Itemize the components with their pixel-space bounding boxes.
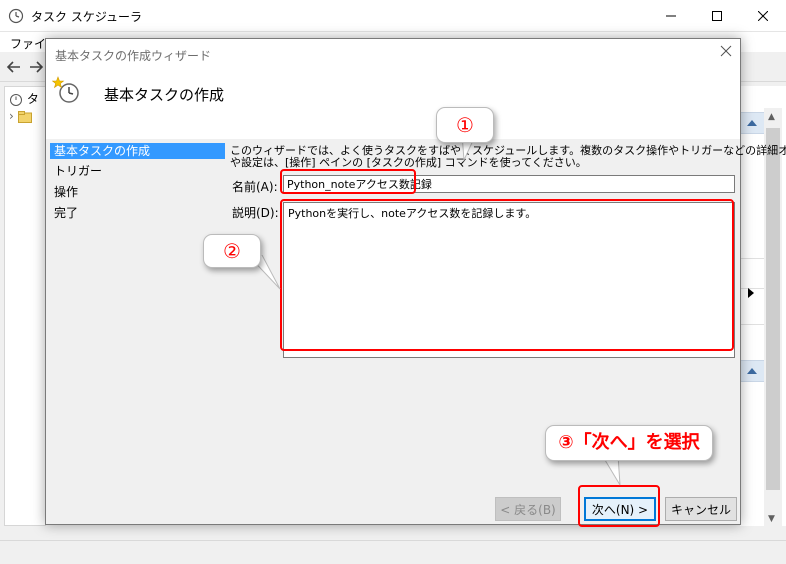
expand-chevron-icon[interactable]: › <box>9 109 14 123</box>
name-label: 名前(A): <box>232 180 278 194</box>
step-trigger: トリガー <box>54 164 103 178</box>
minimize-button[interactable] <box>648 0 694 32</box>
dialog-title: 基本タスクの作成ウィザード <box>55 49 212 63</box>
tree-child-item[interactable]: › <box>9 109 32 123</box>
callout-1-text: ① <box>456 113 474 137</box>
scrollbar-thumb[interactable] <box>766 128 780 490</box>
divider <box>740 324 764 325</box>
dialog-header-title: 基本タスクの作成 <box>104 86 225 104</box>
task-scheduler-icon <box>8 8 24 24</box>
tree-root-label: タ <box>26 92 39 106</box>
vertical-scrollbar[interactable]: ▲ ▼ <box>764 108 782 528</box>
dialog-close-button[interactable] <box>718 45 734 61</box>
clock-icon <box>10 93 22 106</box>
main-window-title: タスク スケジューラ <box>31 10 142 24</box>
close-icon <box>758 11 768 21</box>
close-button[interactable] <box>740 0 786 32</box>
callout-3-text: ③「次へ」を選択 <box>558 432 700 453</box>
back-button[interactable]: < 戻る(B) <box>495 497 561 521</box>
callout-2-text: ② <box>223 239 241 263</box>
folder-icon <box>17 110 32 123</box>
wizard-steps: 基本タスクの作成 トリガー 操作 完了 <box>50 143 225 225</box>
collapse-triangle-icon <box>747 120 757 126</box>
callout-1: ① <box>436 107 494 143</box>
tree-root-item[interactable]: タ <box>9 90 39 107</box>
submenu-arrow-icon[interactable] <box>748 288 754 298</box>
callout-3: ③「次へ」を選択 <box>545 425 713 461</box>
name-field-highlight <box>280 169 416 194</box>
step-finish: 完了 <box>54 206 79 220</box>
description-field-highlight <box>280 199 734 351</box>
dialog-title-bar: 基本タスクの作成ウィザード <box>46 39 740 69</box>
callout-2: ② <box>203 234 261 268</box>
next-button-highlight <box>578 485 660 527</box>
minimize-icon <box>666 15 676 17</box>
dialog-header: 基本タスクの作成 <box>46 69 740 139</box>
step-action: 操作 <box>54 185 79 199</box>
step-create-basic-task: 基本タスクの作成 <box>50 143 225 159</box>
screen: タスク スケジューラ ファイル(F) タ › ▲ ▼ 基本タスクの作成ウィザード… <box>0 0 786 564</box>
forward-arrow-icon[interactable] <box>28 59 44 75</box>
back-arrow-icon[interactable] <box>6 59 22 75</box>
status-bar <box>0 540 786 564</box>
description-label: 説明(D): <box>232 206 279 220</box>
close-icon <box>720 45 732 57</box>
collapse-triangle-icon <box>747 368 757 374</box>
navigation-tree: タ › <box>4 86 46 526</box>
actions-section-header-2[interactable] <box>740 360 764 382</box>
task-wizard-icon <box>52 76 79 103</box>
maximize-icon <box>712 11 722 21</box>
scroll-down-icon[interactable]: ▼ <box>768 514 775 524</box>
main-title-bar: タスク スケジューラ <box>0 0 786 32</box>
maximize-button[interactable] <box>694 0 740 32</box>
actions-section-header[interactable] <box>740 112 764 134</box>
scroll-up-icon[interactable]: ▲ <box>768 112 775 122</box>
divider <box>740 258 764 259</box>
cancel-button[interactable]: キャンセル <box>665 497 737 521</box>
